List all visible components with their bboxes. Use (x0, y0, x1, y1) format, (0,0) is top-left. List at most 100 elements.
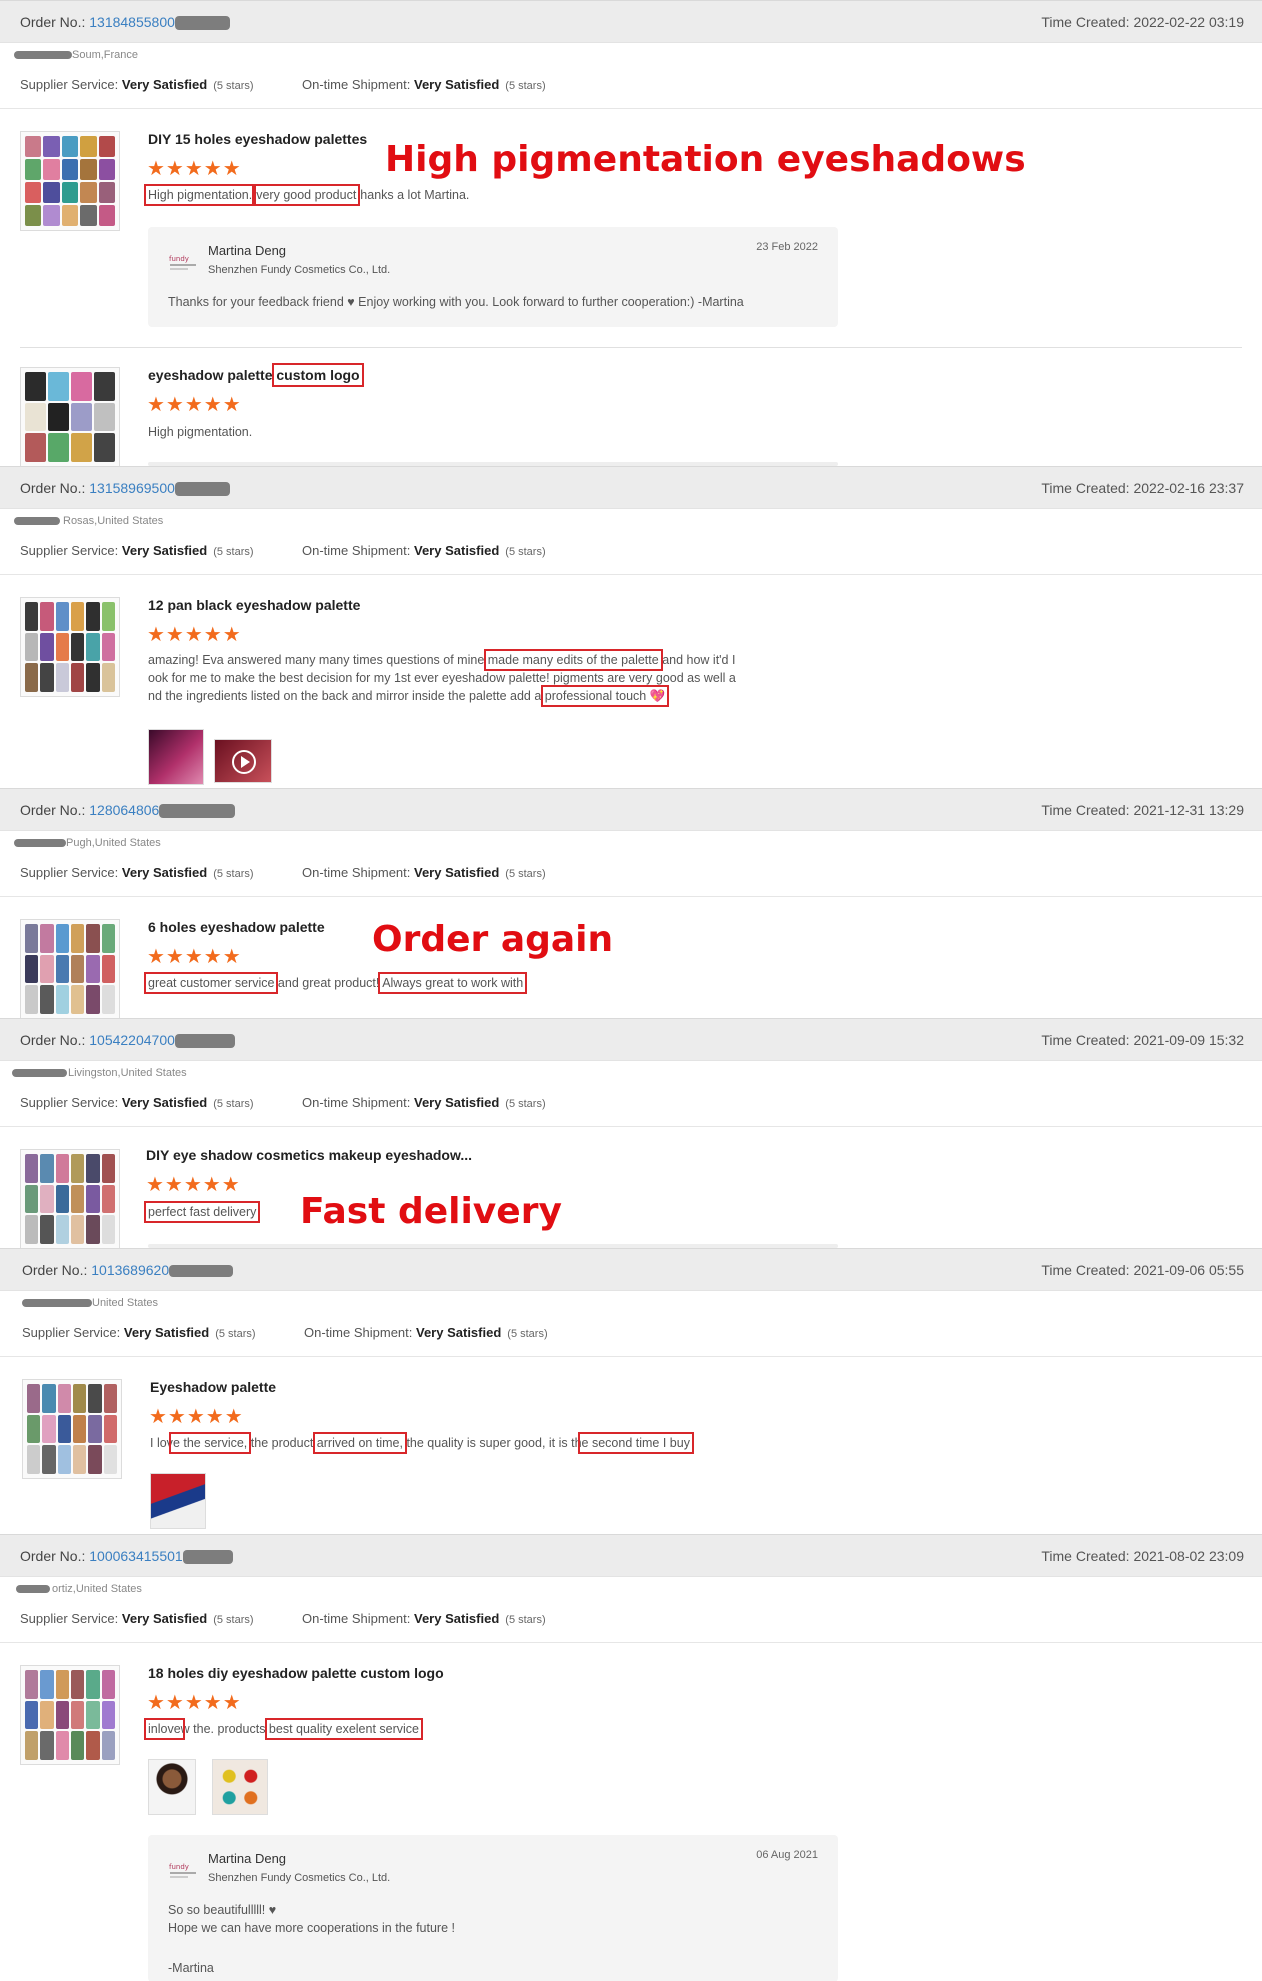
time-created-value: 2022-02-16 23:37 (1133, 480, 1244, 496)
highlight-box: professional touch 💖 (540, 685, 670, 707)
supplier-service-rating: Supplier Service: Very Satisfied (5 stars… (20, 865, 254, 880)
review-text: High pigmentation. (148, 425, 253, 439)
play-icon (232, 750, 256, 774)
reply-company: Shenzhen Fundy Cosmetics Co., Ltd. (208, 1872, 391, 1884)
order-card: Order No.: 1013689620 Time Created: 2021… (0, 1248, 1262, 1534)
order-header: Order No.: 1013689620 Time Created: 2021… (0, 1249, 1262, 1291)
product-title[interactable]: DIY 15 holes eyeshadow palettes (148, 131, 367, 147)
order-no-label: Order No.: (20, 802, 86, 818)
order-number-link[interactable]: 128064806 (89, 802, 159, 818)
buyer-info: United States (0, 1291, 1262, 1313)
ontime-shipment-rating: On-time Shipment: Very Satisfied (5 stars… (302, 1095, 546, 1110)
buyer-location: Soum,France (72, 49, 139, 61)
supplier-service-rating: Supplier Service: Very Satisfied (5 stars… (20, 543, 254, 558)
highlight-box: perfect fast delivery (143, 1201, 261, 1223)
highlight-box: very good product (252, 184, 361, 206)
ratings-row: Supplier Service: Very Satisfied (5 stars… (0, 1313, 1262, 1357)
reply-text: Thanks for your feedback friend ♥ Enjoy … (168, 295, 744, 309)
product-title[interactable]: 18 holes diy eyeshadow palette custom lo… (148, 1665, 444, 1681)
svg-text:fundy: fundy (169, 255, 189, 263)
product-thumbnail[interactable] (20, 131, 120, 231)
redacted-block (182, 1550, 233, 1565)
order-number-link[interactable]: 1013689620 (91, 1262, 169, 1278)
buyer-info: Livingston,United States (0, 1061, 1262, 1083)
company-logo-icon: fundy (169, 255, 196, 270)
redacted-buyer-name (12, 1069, 67, 1077)
star-rating: ★★★★★ (149, 1406, 244, 1428)
star-rating: ★★★★★ (147, 624, 242, 646)
order-no-label: Order No.: (20, 480, 86, 496)
redacted-block (174, 16, 230, 31)
product-thumbnail[interactable] (20, 1665, 120, 1765)
product-thumbnail[interactable] (20, 1149, 120, 1248)
product-title[interactable]: DIY eye shadow cosmetics makeup eyeshado… (146, 1147, 472, 1163)
order-number-link[interactable]: 13158969500 (89, 480, 175, 496)
product-title[interactable]: 12 pan black eyeshadow palette (148, 597, 360, 613)
order-number-link[interactable]: 13184855800 (89, 14, 175, 30)
redacted-block (159, 804, 236, 819)
annotation-callout: High pigmentation eyeshadows (385, 139, 1026, 180)
review-text: great customer service and great product… (143, 972, 528, 994)
product-title-text: eyeshadow palette (148, 367, 273, 383)
product-title[interactable]: Eyeshadow palette (150, 1379, 276, 1395)
reply-date: 06 Aug 2021 (756, 1849, 818, 1861)
review-photo[interactable] (150, 1473, 206, 1529)
time-created-label: Time Created: (1041, 802, 1130, 818)
supplier-service-rating: Supplier Service: Very Satisfied (5 stars… (22, 1325, 256, 1340)
highlight-box: High pigmentation. (143, 184, 257, 206)
ontime-shipment-rating: On-time Shipment: Very Satisfied (5 stars… (304, 1325, 548, 1340)
annotation-callout: Fast delivery (300, 1191, 562, 1232)
product-thumbnail[interactable] (22, 1379, 122, 1479)
buyer-location: ortiz,United States (52, 1583, 142, 1595)
supplier-reply: fundy Martina Deng Shenzhen Fundy Cosmet… (148, 227, 838, 327)
reply-text-line: Hope we can have more cooperations in th… (168, 1921, 455, 1935)
buyer-location: United States (92, 1297, 159, 1309)
redacted-buyer-name (22, 1299, 92, 1307)
redacted-block (169, 1265, 234, 1278)
review-text: amazing! Eva answered many many times qu… (148, 649, 808, 707)
review-photo[interactable] (148, 729, 204, 785)
review-text: High pigmentation. very good product hanks… (143, 184, 470, 206)
redacted-block (174, 482, 230, 497)
reply-text-line: So so beautifulllll! ♥ (168, 1903, 277, 1917)
review-text-fragment: nd the ingredients listed on the back an… (148, 689, 542, 703)
review-text-fragment: amazing! Eva answered many many times qu… (148, 653, 485, 667)
reply-date: 23 Feb 2022 (756, 241, 818, 253)
time-created-value: 2021-12-31 13:29 (1133, 802, 1244, 818)
ratings-row: Supplier Service: Very Satisfied (5 stars… (0, 1599, 1262, 1643)
redacted-buyer-name (14, 517, 60, 525)
review-photo[interactable] (148, 1759, 196, 1815)
supplier-service-rating: Supplier Service: Very Satisfied (5 stars… (20, 1095, 254, 1110)
ontime-shipment-rating: On-time Shipment: Very Satisfied (5 stars… (302, 1611, 546, 1626)
highlight-box: e second time I buy (577, 1432, 694, 1454)
reply-author: Martina Deng (208, 243, 287, 258)
order-header: Order No.: 100063415501 Time Created: 20… (0, 1535, 1262, 1577)
review-video[interactable] (214, 739, 272, 783)
review-text-fragment: hanks a lot Martina. (360, 188, 470, 202)
review-text-fragment: the product (250, 1436, 314, 1450)
order-number-link[interactable]: 10542204700 (89, 1032, 175, 1048)
product-thumbnail[interactable] (20, 367, 120, 466)
buyer-info: Soum,France (0, 43, 1262, 65)
order-no-label: Order No.: (22, 1262, 88, 1278)
product-title[interactable]: 6 holes eyeshadow palette (148, 919, 325, 935)
time-created-label: Time Created: (1041, 480, 1130, 496)
ontime-shipment-rating: On-time Shipment: Very Satisfied (5 stars… (302, 77, 546, 92)
order-card: Order No.: 10542204700 Time Created: 202… (0, 1018, 1262, 1248)
star-rating: ★★★★★ (146, 1174, 241, 1196)
order-no-label: Order No.: (20, 1548, 86, 1564)
review-line: nd the ingredients listed on the back an… (148, 685, 808, 707)
order-header: Order No.: 128064806 Time Created: 2021-… (0, 789, 1262, 831)
product-thumbnail[interactable] (20, 919, 120, 1018)
time-created-value: 2021-09-09 15:32 (1133, 1032, 1244, 1048)
supplier-reply: fundy Martina Deng Shenzhen Fundy Cosmet… (148, 1835, 838, 1981)
order-card: Order No.: 13184855800 Time Created: 202… (0, 0, 1262, 466)
time-created-label: Time Created: (1041, 1032, 1130, 1048)
time-created-value: 2021-09-06 05:55 (1133, 1262, 1244, 1278)
review-photo[interactable] (212, 1759, 268, 1815)
product-thumbnail[interactable] (20, 597, 120, 697)
order-number-link[interactable]: 100063415501 (89, 1548, 182, 1564)
product-title[interactable]: eyeshadow palette custom logo (148, 363, 364, 387)
ratings-row: Supplier Service: Very Satisfied (5 stars… (0, 853, 1262, 897)
time-created-value: 2021-08-02 23:09 (1133, 1548, 1244, 1564)
